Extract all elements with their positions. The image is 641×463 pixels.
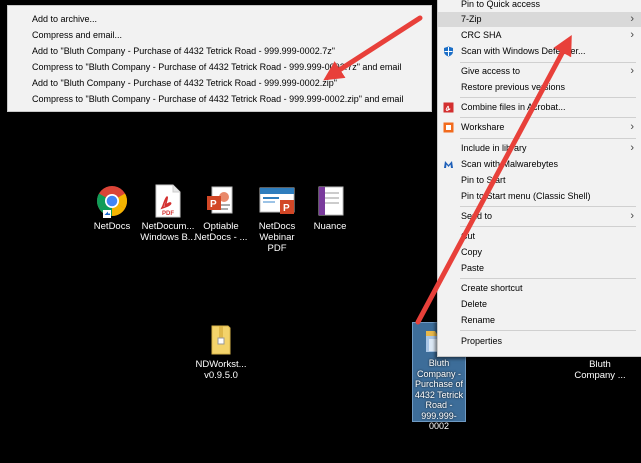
menu-item-label: Rename bbox=[461, 315, 496, 325]
menu-separator bbox=[460, 330, 636, 331]
chevron-right-icon: › bbox=[630, 13, 634, 25]
menu-item-label: Scan with Malwarebytes bbox=[461, 159, 559, 169]
desktop-icon-optiable[interactable]: P Optiable NetDocs - ... bbox=[193, 184, 249, 243]
desktop-icon-label: NetDocum... Windows B... bbox=[140, 221, 196, 243]
menu-separator bbox=[460, 97, 636, 98]
menu-item-pin-start[interactable]: Pin to Start bbox=[438, 173, 641, 188]
submenu-item-compress-and-email[interactable]: Compress and email... bbox=[32, 30, 122, 41]
submenu-item-compress-to-7z-email[interactable]: Compress to "Bluth Company - Purchase of… bbox=[32, 62, 401, 73]
acrobat-icon bbox=[443, 102, 454, 113]
menu-item-label: Pin to Start menu (Classic Shell) bbox=[461, 191, 591, 201]
menu-item-label: CRC SHA bbox=[461, 30, 502, 40]
desktop-icon-label: Optiable NetDocs - ... bbox=[194, 221, 248, 243]
menu-item-restore-versions[interactable]: Restore previous versions bbox=[438, 80, 641, 95]
desktop-icon-label: Nuance bbox=[313, 221, 347, 232]
desktop-icon-netdocs-webinar[interactable]: P NetDocs Webinar PDF bbox=[249, 184, 305, 254]
desktop-icon-nuance[interactable]: Nuance bbox=[302, 184, 358, 232]
menu-item-properties[interactable]: Properties bbox=[438, 334, 641, 349]
menu-separator bbox=[460, 62, 636, 63]
desktop-icon-ndworkstation[interactable]: NDWorkst... v0.9.5.0 bbox=[193, 322, 249, 381]
desktop-icon-label: Bluth Company ... bbox=[574, 359, 626, 381]
svg-text:P: P bbox=[210, 199, 217, 210]
menu-separator bbox=[460, 278, 636, 279]
desktop-icon-label: Bluth Company - Purchase of 4432 Tetrick… bbox=[414, 358, 464, 431]
menu-separator bbox=[460, 226, 636, 227]
menu-item-label: Copy bbox=[461, 247, 483, 257]
powerpoint-icon: P bbox=[207, 186, 233, 214]
menu-item-7zip[interactable]: 7-Zip › bbox=[438, 12, 641, 27]
menu-item-label: Give access to bbox=[461, 66, 521, 76]
defender-icon bbox=[444, 46, 453, 57]
menu-item-label: Scan with Windows Defender... bbox=[461, 46, 586, 56]
menu-item-label: Delete bbox=[461, 299, 488, 309]
desktop-icon-label: NetDocs Webinar PDF bbox=[258, 221, 296, 254]
desktop-icon-netdocs[interactable]: NetDocs bbox=[84, 184, 140, 232]
submenu-item-add-to-archive[interactable]: Add to archive... bbox=[32, 14, 97, 25]
menu-item-pin-start-classic[interactable]: Pin to Start menu (Classic Shell) bbox=[438, 189, 641, 204]
desktop-icon-label: NDWorkst... v0.9.5.0 bbox=[195, 359, 247, 381]
menu-item-create-shortcut[interactable]: Create shortcut bbox=[438, 281, 641, 296]
menu-item-workshare[interactable]: Workshare › bbox=[438, 120, 641, 135]
menu-item-label: Paste bbox=[461, 263, 485, 273]
menu-item-combine-acrobat[interactable]: Combine files in Acrobat... bbox=[438, 100, 641, 115]
menu-item-rename[interactable]: Rename bbox=[438, 313, 641, 328]
submenu-item-compress-to-zip-email[interactable]: Compress to "Bluth Company - Purchase of… bbox=[32, 94, 403, 105]
menu-item-label: Create shortcut bbox=[461, 283, 523, 293]
context-menu: Pin to Quick access 7-Zip › CRC SHA › Sc… bbox=[437, 0, 641, 357]
chevron-right-icon: › bbox=[630, 121, 634, 133]
menu-item-include-library[interactable]: Include in library › bbox=[438, 141, 641, 156]
powerpoint-icon: P bbox=[259, 187, 295, 214]
seven-zip-submenu: Add to archive... Compress and email... … bbox=[7, 5, 432, 112]
zip-folder-icon bbox=[211, 325, 231, 355]
menu-item-pin-quick-access[interactable]: Pin to Quick access bbox=[438, 0, 641, 12]
chevron-right-icon: › bbox=[630, 210, 634, 222]
svg-text:PDF: PDF bbox=[162, 211, 174, 217]
pdf-icon: PDF bbox=[155, 184, 181, 218]
menu-item-copy[interactable]: Copy bbox=[438, 245, 641, 260]
menu-item-label: Cut bbox=[461, 231, 476, 241]
malwarebytes-icon bbox=[444, 161, 453, 168]
submenu-item-add-to-7z[interactable]: Add to "Bluth Company - Purchase of 4432… bbox=[32, 46, 335, 57]
menu-item-label: Pin to Quick access bbox=[461, 0, 541, 9]
workshare-icon bbox=[443, 122, 454, 133]
menu-item-delete[interactable]: Delete bbox=[438, 297, 641, 312]
desktop-icon-label: NetDocs bbox=[93, 221, 131, 232]
menu-item-crc-sha[interactable]: CRC SHA › bbox=[438, 28, 641, 43]
menu-item-label: 7-Zip bbox=[461, 14, 482, 24]
menu-item-label: Workshare bbox=[461, 122, 505, 132]
chevron-right-icon: › bbox=[630, 65, 634, 77]
svg-text:P: P bbox=[283, 203, 290, 214]
menu-separator bbox=[460, 138, 636, 139]
menu-item-label: Send to bbox=[461, 211, 493, 221]
menu-item-scan-malwarebytes[interactable]: Scan with Malwarebytes bbox=[438, 157, 641, 172]
menu-separator bbox=[460, 117, 636, 118]
menu-item-label: Restore previous versions bbox=[461, 82, 566, 92]
menu-item-paste[interactable]: Paste bbox=[438, 261, 641, 276]
menu-item-send-to[interactable]: Send to › bbox=[438, 209, 641, 224]
menu-separator bbox=[460, 206, 636, 207]
menu-item-label: Include in library bbox=[461, 143, 527, 153]
chevron-right-icon: › bbox=[630, 142, 634, 154]
menu-item-label: Combine files in Acrobat... bbox=[461, 102, 566, 112]
menu-item-label: Pin to Start bbox=[461, 175, 506, 185]
submenu-item-add-to-zip[interactable]: Add to "Bluth Company - Purchase of 4432… bbox=[32, 78, 337, 89]
menu-item-cut[interactable]: Cut bbox=[438, 229, 641, 244]
chrome-icon bbox=[96, 186, 128, 218]
onenote-icon bbox=[318, 186, 344, 216]
menu-item-scan-defender[interactable]: Scan with Windows Defender... bbox=[438, 44, 641, 59]
menu-item-give-access[interactable]: Give access to › bbox=[438, 64, 641, 79]
menu-item-label: Properties bbox=[461, 336, 503, 346]
desktop-icon-netdocuments-windows[interactable]: PDF NetDocum... Windows B... bbox=[140, 184, 196, 243]
chevron-right-icon: › bbox=[630, 29, 634, 41]
